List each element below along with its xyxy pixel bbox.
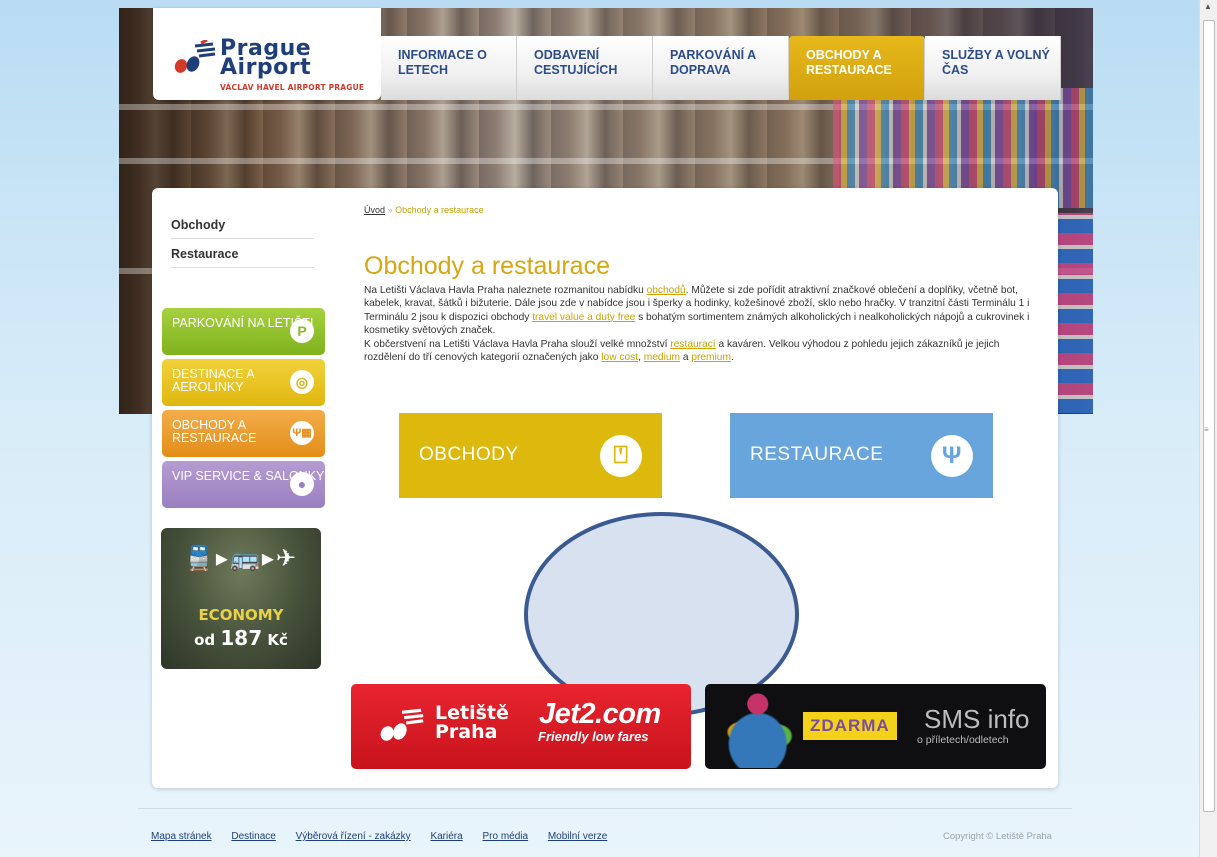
sms-info-banner[interactable]: ZDARMA SMS info o příletech/odletech — [705, 684, 1046, 769]
site-logo[interactable]: Prague Airport VÁCLAV HAVEL AIRPORT PRAGU… — [153, 8, 381, 100]
shops-link[interactable]: obchodů — [647, 285, 686, 296]
logo-title: Prague Airport — [220, 36, 312, 80]
parking-icon: P — [290, 319, 314, 343]
restaurants-tile[interactable]: RESTAURACE Ψ — [730, 413, 993, 498]
shop-restaurant-icon: Ψ▦ — [290, 421, 314, 445]
scrollbar-grip-icon: ≡ — [1204, 425, 1209, 434]
breadcrumb-home-link[interactable]: Úvod — [364, 205, 385, 215]
intro-text: Na Letišti Václava Havla Praha naleznete… — [364, 285, 1030, 364]
nav-check-in[interactable]: ODBAVENÍ CESTUJÍCÍCH — [517, 36, 653, 100]
jet2-logo-text: Jet2.com — [539, 698, 661, 730]
economy-ad[interactable]: 🚆▸🚌▸✈ ECONOMY od 187 Kč — [161, 528, 321, 669]
quick-link-label: DESTINACE A AEROLINKY — [172, 367, 254, 394]
sms-info-subtitle: o příletech/odletech — [917, 734, 1009, 746]
train-bus-plane-icon: 🚆▸🚌▸✈ — [184, 545, 298, 572]
breadcrumb-current: Obchody a restaurace — [395, 205, 484, 215]
scroll-up-arrow-icon[interactable]: ▲ — [1204, 2, 1212, 11]
low-cost-link[interactable]: low cost — [601, 352, 638, 363]
premium-link[interactable]: premium — [691, 352, 731, 363]
logo-subtitle: VÁCLAV HAVEL AIRPORT PRAGUE — [220, 83, 365, 92]
globe-icon: ◎ — [290, 370, 314, 394]
economy-price: od 187 Kč — [194, 626, 288, 650]
page-title: Obchody a restaurace — [364, 251, 610, 280]
quick-link-shops-restaurants[interactable]: OBCHODY A RESTAURACE Ψ▦ — [162, 410, 325, 457]
nav-shops-restaurants[interactable]: OBCHODY A RESTAURACE — [789, 36, 925, 100]
jet2-banner-brand: Letiště Praha — [435, 702, 509, 743]
nav-flight-info[interactable]: INFORMACE O LETECH — [381, 36, 517, 100]
page-scrollbar[interactable]: ▲ ≡ — [1199, 0, 1217, 857]
sms-info-title: SMS info — [924, 704, 1030, 734]
footer-divider — [138, 808, 1072, 809]
breadcrumb: Úvod » Obchody a restaurace — [364, 205, 484, 215]
person-icon: ● — [290, 472, 314, 496]
breadcrumb-separator: » — [387, 205, 393, 215]
sidebar-item-restaurants[interactable]: Restaurace — [171, 239, 314, 268]
jet2-banner[interactable]: Letiště Praha Jet2.com Friendly low fares — [351, 684, 691, 769]
airport-logo-icon — [380, 708, 424, 741]
footer-link-destinations[interactable]: Destinace — [231, 831, 275, 842]
footer-link-media[interactable]: Pro média — [482, 831, 528, 842]
cutlery-icon: Ψ — [931, 435, 973, 477]
restaurants-tile-label: RESTAURACE — [750, 444, 884, 465]
footer-link-mobile[interactable]: Mobilní verze — [548, 831, 607, 842]
quick-link-label: OBCHODY A RESTAURACE — [172, 418, 257, 445]
scrollbar-thumb[interactable] — [1203, 20, 1215, 812]
medium-link[interactable]: medium — [644, 352, 680, 363]
copyright: Copyright © Letiště Praha — [943, 831, 1052, 842]
footer-link-career[interactable]: Kariéra — [430, 831, 462, 842]
airport-logo-icon — [174, 40, 216, 73]
footer-link-tenders[interactable]: Výběrová řízení - zakázky — [296, 831, 411, 842]
shops-tile-label: OBCHODY — [419, 444, 519, 465]
free-badge: ZDARMA — [803, 712, 897, 740]
footer-links: Mapa stránek Destinace Výběrová řízení -… — [151, 831, 624, 842]
footer-link-sitemap[interactable]: Mapa stránek — [151, 831, 212, 842]
sidebar-item-shops[interactable]: Obchody — [171, 210, 314, 239]
person-mosaic-icon — [715, 688, 810, 768]
travel-value-duty-free-link[interactable]: travel value a duty free — [532, 312, 635, 323]
gift-icon: ⍞ — [600, 435, 642, 477]
nav-services-leisure[interactable]: SLUŽBY A VOLNÝ ČAS — [925, 36, 1061, 100]
quick-link-parking[interactable]: PARKOVÁNÍ NA LETIŠTI P — [162, 308, 325, 355]
nav-parking-transport[interactable]: PARKOVÁNÍ A DOPRAVA — [653, 36, 789, 100]
jet2-tagline: Friendly low fares — [538, 729, 649, 744]
economy-label: ECONOMY — [198, 606, 284, 624]
sidebar-nav: Obchody Restaurace — [171, 210, 314, 268]
shops-tile[interactable]: OBCHODY ⍞ — [399, 413, 662, 498]
main-navigation: INFORMACE O LETECH ODBAVENÍ CESTUJÍCÍCH … — [381, 36, 1061, 100]
quick-link-destinations[interactable]: DESTINACE A AEROLINKY ◎ — [162, 359, 325, 406]
restaurants-link[interactable]: restaurací — [670, 339, 715, 350]
quick-link-vip[interactable]: VIP SERVICE & SALONKY ● — [162, 461, 325, 508]
